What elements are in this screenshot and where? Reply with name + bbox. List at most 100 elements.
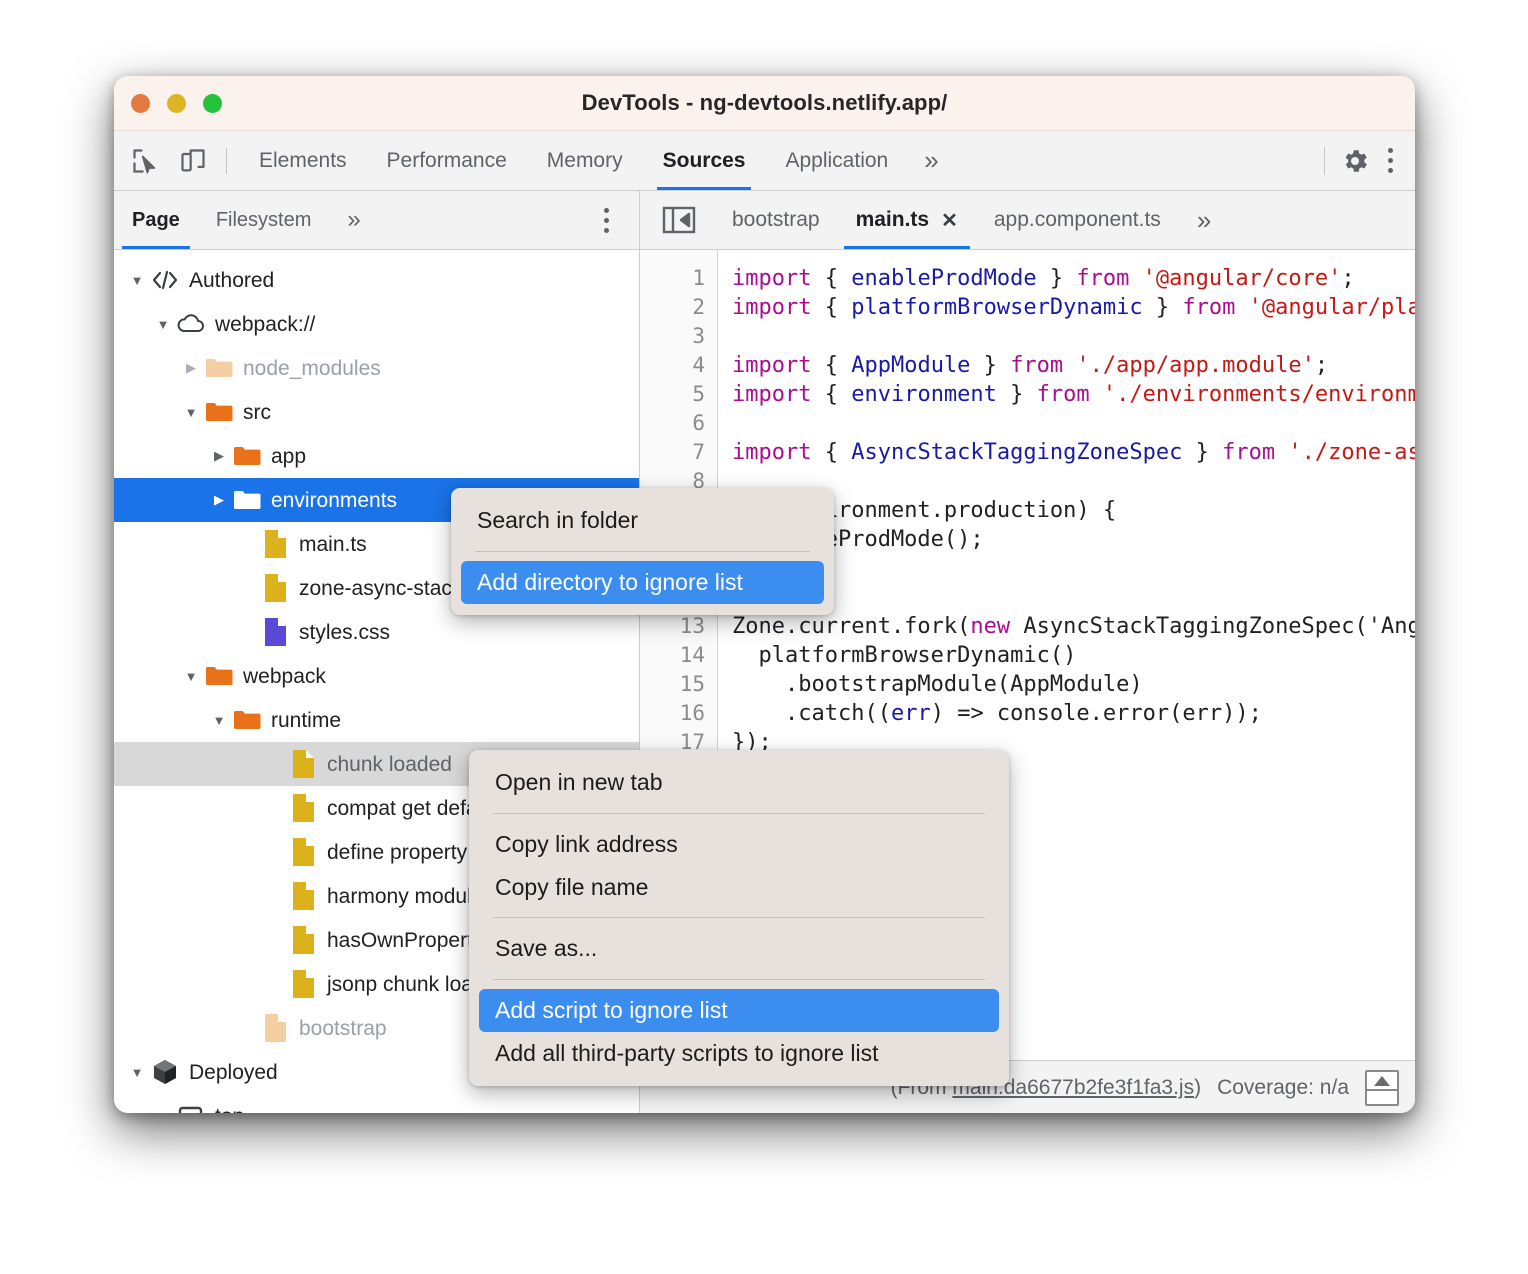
tree-label: runtime bbox=[271, 710, 341, 731]
menu-item-open-in-new-tab[interactable]: Open in new tab bbox=[479, 761, 999, 804]
twisty-down-icon[interactable]: ▼ bbox=[124, 1059, 150, 1085]
tab-memory[interactable]: Memory bbox=[527, 132, 643, 190]
tree-label: webpack:// bbox=[215, 314, 315, 335]
tree-label: environments bbox=[271, 490, 397, 511]
code-token: } bbox=[1182, 440, 1222, 465]
code-line bbox=[732, 409, 1415, 438]
pretty-print-icon[interactable] bbox=[1365, 1070, 1399, 1106]
line-number: 2 bbox=[640, 293, 705, 322]
tree-label: styles.css bbox=[299, 622, 390, 643]
twisty-down-icon[interactable]: ▼ bbox=[178, 399, 204, 425]
nav-more-tabs-chevron-icon[interactable]: » bbox=[329, 192, 378, 249]
tree-row-authored[interactable]: ▼ Authored bbox=[114, 258, 639, 302]
code-token: ; bbox=[1341, 266, 1354, 291]
tab-sources[interactable]: Sources bbox=[643, 132, 766, 190]
twisty-down-icon[interactable]: ▼ bbox=[124, 267, 150, 293]
source-tab-app-component-ts[interactable]: app.component.ts bbox=[976, 192, 1179, 249]
collapse-sidebar-icon[interactable] bbox=[658, 205, 700, 235]
tree-row-top[interactable]: ▼ top bbox=[114, 1094, 639, 1113]
nav-tab-filesystem[interactable]: Filesystem bbox=[198, 192, 330, 249]
environments-folder-context-menu[interactable]: Search in folder Add directory to ignore… bbox=[451, 488, 834, 615]
kebab-menu-icon[interactable] bbox=[1373, 143, 1407, 179]
file-yellow-icon bbox=[260, 573, 290, 603]
source-tab-bootstrap[interactable]: bootstrap bbox=[714, 192, 838, 249]
close-icon[interactable]: ✕ bbox=[941, 208, 958, 233]
code-token: } bbox=[1037, 266, 1077, 291]
devtools-window: DevTools - ng-devtools.netlify.app/ Elem… bbox=[114, 76, 1415, 1113]
gear-icon[interactable] bbox=[1337, 143, 1373, 179]
tab-performance[interactable]: Performance bbox=[367, 132, 527, 190]
devtools-main-toolbar: Elements Performance Memory Sources Appl… bbox=[114, 131, 1415, 191]
source-tab-main-ts[interactable]: main.ts ✕ bbox=[838, 192, 976, 249]
code-token: import bbox=[732, 382, 825, 407]
more-panels-chevron-icon[interactable]: » bbox=[908, 132, 954, 190]
chunk-loaded-file-context-menu[interactable]: Open in new tab Copy link address Copy f… bbox=[469, 750, 1009, 1086]
tree-row-app[interactable]: ▶ app bbox=[114, 434, 639, 478]
menu-item-save-as[interactable]: Save as... bbox=[479, 927, 999, 970]
tab-elements[interactable]: Elements bbox=[239, 132, 367, 190]
tree-row-webpack-origin[interactable]: ▼ webpack:// bbox=[114, 302, 639, 346]
line-number: 6 bbox=[640, 409, 705, 438]
code-token: .bootstrapModule(AppModule) bbox=[732, 672, 1143, 697]
twisty-down-icon[interactable]: ▼ bbox=[178, 663, 204, 689]
pretty-print-triangle bbox=[1374, 1076, 1390, 1086]
tree-label: main.ts bbox=[299, 534, 367, 555]
tree-label: src bbox=[243, 402, 271, 423]
menu-item-add-script-to-ignore-list[interactable]: Add script to ignore list bbox=[479, 989, 999, 1032]
twisty-right-icon[interactable]: ▶ bbox=[206, 487, 232, 513]
code-line: } bbox=[732, 554, 1415, 583]
tab-application[interactable]: Application bbox=[765, 132, 908, 190]
device-toolbar-icon[interactable] bbox=[176, 144, 210, 178]
code-token: { bbox=[825, 353, 852, 378]
code-token: { bbox=[825, 440, 852, 465]
tree-row-runtime[interactable]: ▼ runtime bbox=[114, 698, 639, 742]
tree-row-src[interactable]: ▼ src bbox=[114, 390, 639, 434]
code-line bbox=[732, 467, 1415, 496]
code-token: import bbox=[732, 295, 825, 320]
code-token: from bbox=[1222, 440, 1288, 465]
tree-row-node-modules[interactable]: ▶ node_modules bbox=[114, 346, 639, 390]
file-yellow-icon bbox=[288, 969, 318, 999]
more-source-tabs-chevron-icon[interactable]: » bbox=[1179, 192, 1229, 249]
tree-label: top bbox=[215, 1106, 244, 1114]
file-yellow-icon bbox=[260, 529, 290, 559]
code-token: from bbox=[1037, 382, 1103, 407]
code-line: .bootstrapModule(AppModule) bbox=[732, 670, 1415, 699]
menu-item-copy-file-name[interactable]: Copy file name bbox=[479, 866, 999, 909]
toolbar-right-group bbox=[1312, 143, 1415, 179]
code-line bbox=[732, 322, 1415, 351]
code-token: environment.production) { bbox=[785, 498, 1116, 523]
menu-item-add-directory-to-ignore-list[interactable]: Add directory to ignore list bbox=[461, 561, 824, 604]
folder-orange-icon bbox=[204, 661, 234, 691]
file-yellow-icon bbox=[288, 793, 318, 823]
code-token: err bbox=[891, 701, 931, 726]
twisty-down-icon[interactable]: ▼ bbox=[206, 707, 232, 733]
coverage-text: Coverage: n/a bbox=[1217, 1076, 1349, 1100]
tree-label: Deployed bbox=[189, 1062, 278, 1083]
twisty-down-icon[interactable]: ▼ bbox=[150, 311, 176, 337]
nav-tab-page[interactable]: Page bbox=[114, 192, 198, 249]
code-token: environment bbox=[851, 382, 997, 407]
code-line: .catch((err) => console.error(err)); bbox=[732, 699, 1415, 728]
file-yellow-icon bbox=[288, 925, 318, 955]
frame-icon bbox=[176, 1101, 206, 1113]
window-title: DevTools - ng-devtools.netlify.app/ bbox=[114, 90, 1415, 116]
cube-icon bbox=[150, 1057, 180, 1087]
navigator-kebab-menu-icon[interactable] bbox=[589, 202, 623, 238]
twisty-right-icon[interactable]: ▶ bbox=[178, 355, 204, 381]
menu-item-copy-link-address[interactable]: Copy link address bbox=[479, 823, 999, 866]
twisty-right-icon[interactable]: ▶ bbox=[206, 443, 232, 469]
twisty-down-icon[interactable]: ▼ bbox=[150, 1103, 176, 1113]
menu-item-add-all-third-party-scripts-to-ignore-list[interactable]: Add all third-party scripts to ignore li… bbox=[479, 1032, 999, 1075]
line-number: 7 bbox=[640, 438, 705, 467]
line-number: 1 bbox=[640, 264, 705, 293]
tree-row-webpack[interactable]: ▼ webpack bbox=[114, 654, 639, 698]
tree-label: Authored bbox=[189, 270, 274, 291]
window-titlebar: DevTools - ng-devtools.netlify.app/ bbox=[114, 76, 1415, 131]
menu-item-search-in-folder[interactable]: Search in folder bbox=[461, 499, 824, 542]
line-number: 3 bbox=[640, 322, 705, 351]
tree-label: bootstrap bbox=[299, 1018, 387, 1039]
screenshot-root: DevTools - ng-devtools.netlify.app/ Elem… bbox=[0, 0, 1528, 1274]
inspect-element-icon[interactable] bbox=[128, 144, 162, 178]
tree-row-styles-css[interactable]: ▶ styles.css bbox=[114, 610, 639, 654]
